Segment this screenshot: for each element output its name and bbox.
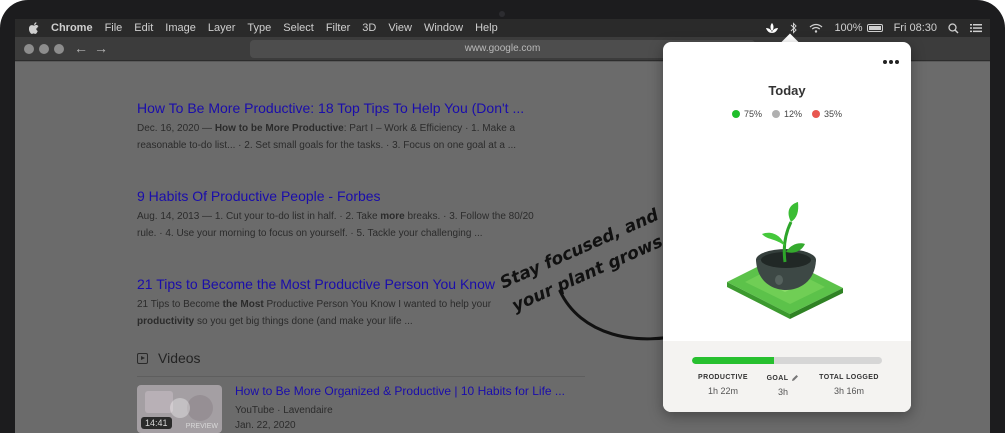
menu-edit[interactable]: Edit	[134, 22, 153, 34]
menu-image[interactable]: Image	[165, 22, 196, 34]
clock[interactable]: Fri 08:30	[894, 22, 937, 34]
legend-dot-green	[731, 110, 740, 118]
video-source: YouTube · Lavendaire	[235, 405, 333, 416]
progress-fill	[692, 357, 774, 364]
legend-dot-gray	[771, 110, 780, 118]
snippet-text: Dec. 16, 2020 —	[137, 123, 215, 134]
more-dot	[883, 60, 887, 64]
close-window-button[interactable]	[24, 44, 34, 54]
widget-footer: PRODUCTIVE 1h 22m GOAL 3h TOTAL LOGGED 3…	[663, 341, 911, 412]
menu-filter[interactable]: Filter	[326, 22, 350, 34]
battery-status[interactable]: 100%	[834, 22, 883, 34]
snippet-bold-text: productivity	[137, 316, 195, 327]
video-channel: Lavendaire	[283, 405, 333, 416]
menu-type[interactable]: Type	[247, 22, 271, 34]
legend-value: 75%	[743, 109, 762, 119]
more-dot	[889, 60, 893, 64]
menu-view[interactable]: View	[388, 22, 412, 34]
stat-label: PRODUCTIVE	[698, 374, 748, 381]
snippet-bold-text: more	[380, 211, 405, 222]
preview-label: PREVIEW	[185, 423, 218, 430]
more-dot	[895, 60, 899, 64]
stat-label: TOTAL LOGGED	[819, 374, 879, 381]
zoom-window-button[interactable]	[54, 44, 64, 54]
result-snippet: 21 Tips to Become the Most Productive Pe…	[137, 296, 497, 330]
stat-value: 3h 16m	[833, 386, 865, 396]
video-section-icon	[137, 352, 148, 364]
video-date: Jan. 22, 2020	[235, 420, 296, 431]
minimize-window-button[interactable]	[39, 44, 49, 54]
stat-label: GOAL	[761, 374, 805, 382]
legend-item: 35%	[812, 109, 842, 119]
menu-layer[interactable]: Layer	[208, 22, 236, 34]
result-title-link[interactable]: How To Be More Productive: 18 Top Tips T…	[137, 99, 537, 117]
list-icon[interactable]	[970, 23, 982, 33]
stat-value: 1h 22m	[707, 386, 739, 396]
legend-item: 12%	[771, 109, 802, 119]
goal-label-text: GOAL	[766, 374, 789, 382]
menu-help[interactable]: Help	[475, 22, 498, 34]
search-result: How To Be More Productive: 18 Top Tips T…	[137, 99, 537, 154]
webcam	[499, 11, 505, 17]
wifi-icon[interactable]	[809, 23, 823, 33]
widget-title: Today	[768, 83, 806, 98]
focus-widget-popover: Today 75% 12% 35% PRODUCTIVE 1h 22m GOAL…	[663, 42, 911, 412]
videos-section-heading: Videos	[137, 350, 201, 366]
video-duration: 14:41	[141, 417, 172, 429]
focus-plant-icon[interactable]	[765, 22, 779, 34]
search-result: 9 Habits Of Productive People - Forbes A…	[137, 187, 537, 242]
search-icon[interactable]	[948, 22, 959, 34]
play-icon	[170, 398, 190, 418]
video-title-link[interactable]: How to Be More Organized & Productive | …	[235, 384, 565, 398]
legend-value: 35%	[824, 109, 843, 119]
stat-total-logged: TOTAL LOGGED 3h 16m	[811, 374, 887, 396]
stat-productive: PRODUCTIVE 1h 22m	[691, 374, 755, 396]
back-arrow-icon[interactable]: ←	[74, 40, 88, 56]
result-snippet: Dec. 16, 2020 — How to be More Productiv…	[137, 120, 537, 154]
menu-file[interactable]: File	[105, 22, 123, 34]
menu-window[interactable]: Window	[424, 22, 463, 34]
snippet-text: Productive Person You Know I wanted to h…	[263, 299, 492, 310]
snippet-bold-text: the Most	[222, 299, 264, 310]
videos-heading-label: Videos	[158, 350, 201, 366]
apple-icon[interactable]	[27, 22, 41, 34]
result-title-link[interactable]: 9 Habits Of Productive People - Forbes	[137, 187, 537, 205]
menu-app-name[interactable]: Chrome	[51, 22, 93, 34]
stat-value: 3h	[777, 387, 788, 397]
thumbnail-image-shape	[145, 391, 173, 413]
bluetooth-icon[interactable]	[790, 22, 798, 34]
battery-icon	[866, 24, 883, 32]
legend-dot-red	[812, 110, 820, 118]
result-snippet: Aug. 14, 2013 — 1. Cut your to-do list i…	[137, 208, 537, 242]
legend-item: 75%	[731, 109, 762, 119]
snippet-text: Aug. 14, 2013 — 1. Cut your to-do list i…	[137, 211, 381, 222]
thumbnail-image-shape	[187, 395, 213, 421]
legend-value: 12%	[783, 109, 802, 119]
result-title-link[interactable]: 21 Tips to Become the Most Productive Pe…	[137, 275, 497, 293]
snippet-text: so you get big things done (and make you…	[194, 316, 413, 327]
battery-percent: 100%	[834, 22, 863, 34]
search-result: 21 Tips to Become the Most Productive Pe…	[137, 275, 497, 330]
section-divider	[137, 376, 585, 377]
battery-level-fill	[868, 26, 881, 30]
edit-goal-icon[interactable]	[791, 374, 799, 382]
snippet-text: 21 Tips to Become	[137, 299, 223, 310]
forward-arrow-icon[interactable]: →	[94, 40, 108, 56]
stats-legend: 75% 12% 35%	[663, 109, 911, 119]
video-thumbnail[interactable]: 14:41 PREVIEW	[137, 385, 222, 433]
more-options-icon[interactable]	[881, 60, 899, 64]
snippet-bold-text: How to be More Productive	[214, 123, 344, 134]
video-platform: YouTube	[235, 405, 275, 416]
stat-goal: GOAL 3h	[761, 374, 805, 397]
menu-3d[interactable]: 3D	[362, 22, 376, 34]
menu-select[interactable]: Select	[283, 22, 314, 34]
potted-plant-illustration	[727, 202, 843, 319]
daily-progress-bar	[692, 357, 882, 364]
menu-bar: Chrome File Edit Image Layer Type Select…	[15, 19, 990, 37]
